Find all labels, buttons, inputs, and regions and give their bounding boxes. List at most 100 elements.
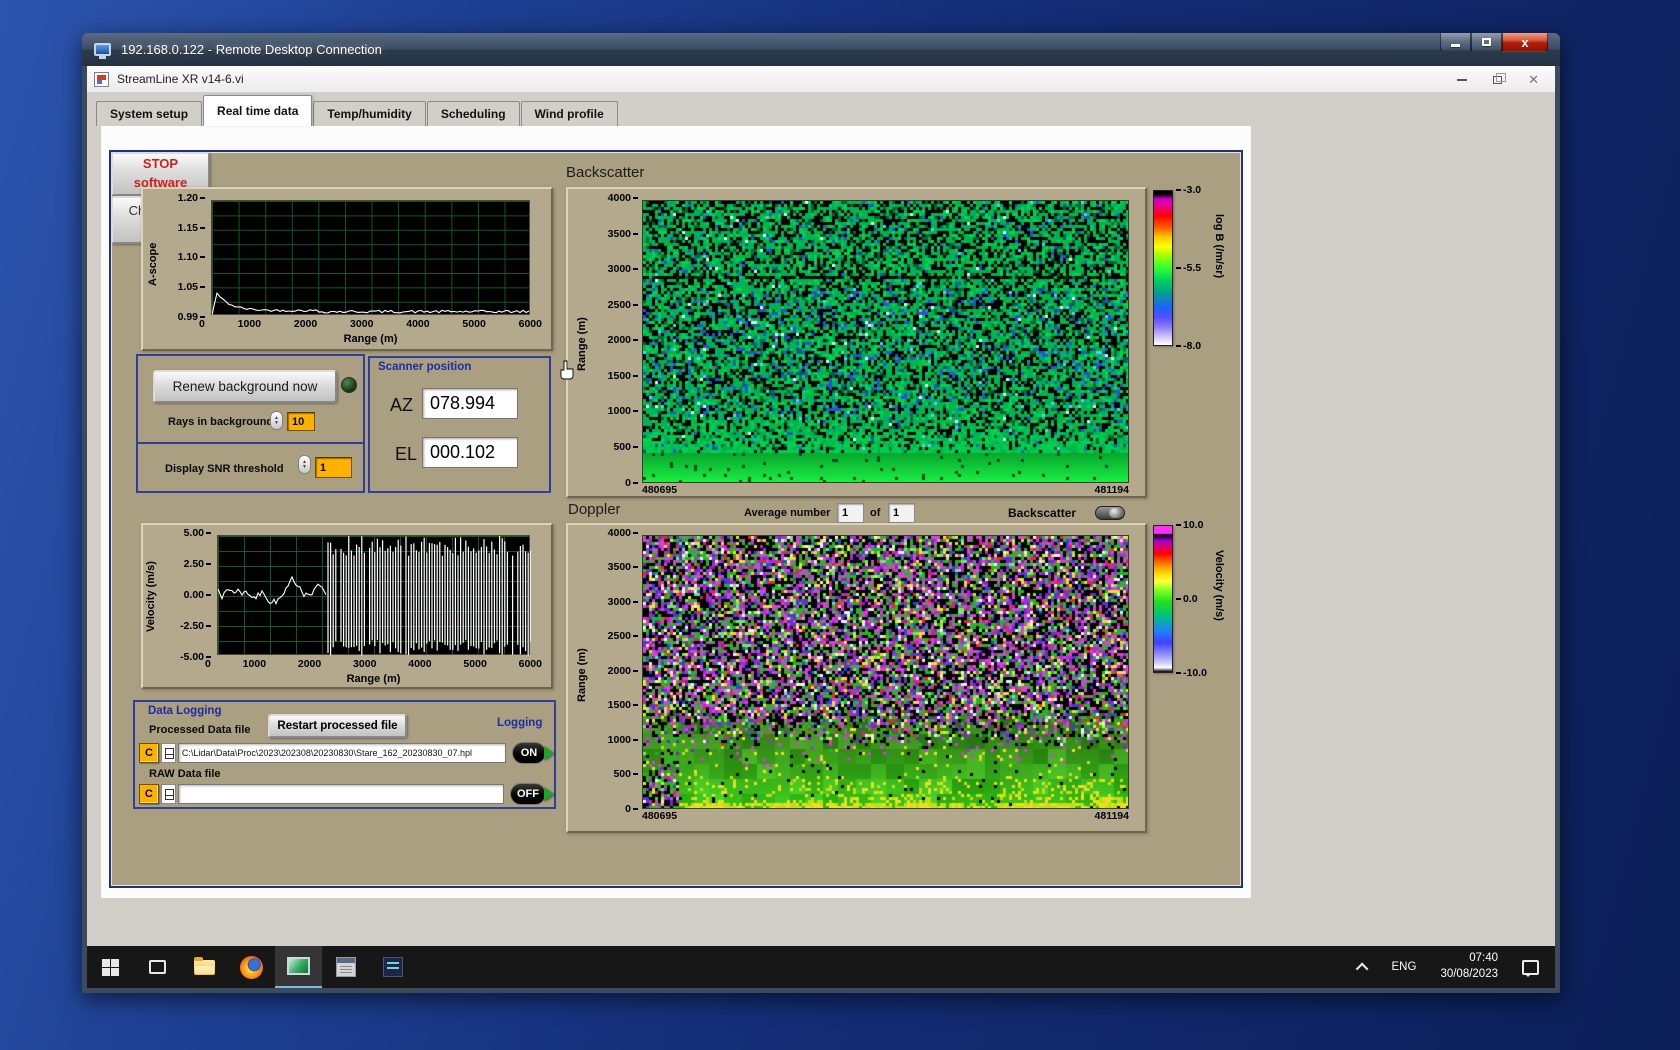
notes-app-icon (382, 957, 403, 977)
scan-scheduler-icon (335, 957, 356, 977)
backscatter-toggle-label: Backscatter (1008, 506, 1077, 520)
file-explorer-button[interactable] (181, 946, 228, 988)
ascope-x-ticks: 0 1000 2000 3000 4000 5000 6000 (199, 318, 542, 330)
maximize-button[interactable] (1471, 33, 1502, 52)
az-value-field: 078.994 (422, 388, 518, 419)
tab-scheduling[interactable]: Scheduling (426, 101, 520, 126)
doppler-y-ticks: 4000 3500 3000 2500 2000 1500 1000 500 0 (592, 528, 638, 814)
streamline-app-icon (287, 957, 310, 975)
renew-background-button[interactable]: Renew background now (153, 370, 337, 403)
processed-logging-toggle[interactable]: ON (511, 742, 554, 764)
on-led-arrow-icon (543, 746, 554, 760)
raw-logging-toggle[interactable]: OFF (510, 783, 554, 805)
restart-processed-file-button[interactable]: Restart processed file (268, 714, 407, 738)
action-center-icon[interactable] (1522, 959, 1539, 977)
ascope-trace (212, 291, 530, 316)
average-total-field[interactable]: 1 (888, 503, 915, 523)
rays-value-field[interactable]: 10 (287, 412, 315, 431)
ascope-plot-area (211, 200, 530, 316)
scan-scheduler-button[interactable] (322, 946, 369, 988)
ascope-y-ticks: 1.20 1.15 1.10 1.05 0.99 (159, 193, 205, 322)
data-logging-title: Data Logging (148, 705, 222, 717)
backscatter-colorbar (1153, 190, 1173, 346)
doppler-colorbar-label: Velocity (m/s) (1213, 550, 1225, 621)
velocity-y-ticks: 5.00 2.50 0.00 -2.50 -5.00 (157, 528, 211, 662)
doppler-graph: Range (m) 4000 3500 3000 2500 2000 1500 1000 50… (566, 523, 1147, 833)
file-explorer-icon (194, 956, 215, 975)
backscatter-colorbar-ticks: -3.0 -5.5 -8.0 (1176, 185, 1201, 351)
notes-app-button[interactable] (369, 946, 416, 988)
backscatter-x-start: 480695 (642, 484, 678, 496)
scanner-position-title: Scanner position (378, 361, 472, 373)
rdp-titlebar[interactable]: 192.168.0.122 - Remote Desktop Connectio… (82, 33, 1560, 66)
snr-threshold-box: Display SNR threshold ▲ ▼ 1 (136, 442, 365, 493)
backscatter-toggle-switch[interactable] (1095, 506, 1125, 520)
tray-expand-icon[interactable] (1355, 962, 1368, 975)
vi-restore-button[interactable] (1493, 72, 1507, 84)
streamline-app-button[interactable] (275, 946, 322, 988)
clock-date: 30/08/2023 (1440, 968, 1498, 980)
vi-close-button[interactable]: ✕ (1528, 73, 1539, 86)
backscatter-title: Backscatter (566, 164, 645, 181)
processed-browse-icon[interactable] (160, 743, 176, 763)
mouse-hand-cursor (560, 360, 574, 380)
vi-window-title: StreamLine XR v14-6.vi (117, 72, 244, 86)
language-indicator[interactable]: ENG (1382, 961, 1427, 973)
velocity-plot-area (217, 535, 531, 656)
processed-drive-selector[interactable]: C (139, 743, 159, 763)
rays-in-background-label: Rays in background (168, 416, 274, 428)
velocity-trace (218, 536, 531, 656)
scanner-position-box: Scanner position AZ 078.994 EL 000.102 (368, 356, 551, 493)
rdp-connection-icon (94, 43, 111, 59)
taskbar: ENG 07:40 30/08/2023 (87, 946, 1555, 988)
tab-strip: System setup Real time data Temp/humidit… (87, 93, 1555, 126)
doppler-title: Doppler (568, 501, 621, 518)
vi-minimize-button[interactable] (1457, 78, 1468, 81)
remote-desktop-session: StreamLine XR v14-6.vi ✕ System setup Re… (87, 66, 1555, 988)
snr-spinner[interactable]: ▲ ▼ (298, 455, 311, 474)
off-led-arrow-icon (544, 787, 554, 801)
minimize-button[interactable] (1440, 33, 1471, 52)
ascope-y-axis-label: A-scope (147, 242, 159, 286)
firefox-icon (240, 955, 263, 979)
raw-path-input[interactable] (177, 784, 504, 804)
windows-logo-icon (102, 958, 119, 976)
backscatter-x-end: 481194 (1094, 484, 1129, 496)
doppler-colorbar-ticks: 10.0 0.0 -10.0 (1176, 520, 1207, 678)
velocity-x-ticks: 0 1000 2000 3000 4000 5000 6000 (205, 658, 542, 670)
firefox-button[interactable] (228, 946, 275, 988)
backscatter-graph: Range (m) 4000 3500 3000 2500 2000 1500 1000 50… (566, 187, 1147, 498)
renew-status-led (341, 377, 357, 393)
front-panel: A-scope 1.20 1.15 1.10 1.05 0.99 0 1000 2000 30… (109, 150, 1243, 888)
velocity-graph: Velocity (m/s) 5.00 2.50 0.00 -2.50 -5.00 01… (141, 523, 553, 689)
average-number-field[interactable]: 1 (837, 503, 864, 523)
clock-time: 07:40 (1469, 952, 1498, 965)
average-number-label: Average number (744, 507, 831, 519)
tab-system-setup[interactable]: System setup (96, 101, 203, 126)
tab-temp-humidity[interactable]: Temp/humidity (313, 101, 426, 126)
of-label: of (870, 507, 881, 519)
clock[interactable]: 07:40 30/08/2023 (1430, 951, 1508, 982)
snr-value-field[interactable]: 1 (315, 457, 352, 478)
ascope-graph: A-scope 1.20 1.15 1.10 1.05 0.99 0 1000 2000 30… (141, 187, 553, 351)
processed-path-input[interactable] (177, 743, 506, 763)
ascope-x-axis-label: Range (m) (343, 333, 398, 345)
az-label: AZ (390, 395, 414, 415)
backscatter-y-axis-label: Range (m) (576, 317, 588, 371)
logging-label: Logging (497, 717, 543, 729)
task-view-button[interactable] (134, 946, 181, 988)
start-button[interactable] (87, 946, 134, 988)
background-controls-box: Renew background now Rays in background … (136, 354, 365, 444)
el-value-field: 000.102 (422, 437, 518, 468)
desktop-wallpaper: 192.168.0.122 - Remote Desktop Connectio… (0, 0, 1680, 1050)
rays-spinner[interactable]: ▲ ▼ (270, 411, 283, 430)
tab-real-time-data[interactable]: Real time data (203, 95, 313, 126)
data-logging-box: Data Logging Processed Data file Restart… (133, 700, 556, 809)
processed-data-file-label: Processed Data file (149, 724, 251, 736)
tab-wind-profile[interactable]: Wind profile (520, 101, 618, 126)
velocity-y-axis-label: Velocity (m/s) (145, 561, 157, 633)
close-button[interactable]: x (1502, 33, 1548, 52)
raw-drive-selector[interactable]: C (139, 784, 159, 804)
vi-titlebar[interactable]: StreamLine XR v14-6.vi ✕ (87, 66, 1555, 93)
raw-browse-icon[interactable] (160, 784, 176, 804)
